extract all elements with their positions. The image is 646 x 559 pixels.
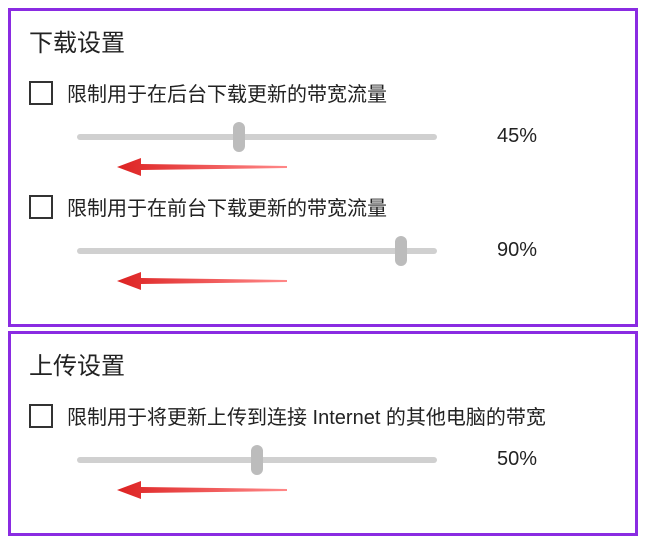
download-panel-title: 下载设置	[29, 23, 617, 58]
foreground-download-value: 90%	[497, 239, 557, 262]
foreground-download-label: 限制用于在前台下载更新的带宽流量	[67, 192, 387, 221]
upload-slider-thumb[interactable]	[251, 445, 263, 475]
background-download-checkbox[interactable]	[29, 81, 53, 105]
foreground-download-checkbox[interactable]	[29, 195, 53, 219]
background-download-slider-thumb[interactable]	[233, 122, 245, 152]
upload-settings-panel: 上传设置 限制用于将更新上传到连接 Internet 的其他电脑的带宽 50%	[8, 331, 638, 536]
upload-value: 50%	[497, 448, 557, 471]
upload-slider-row: 50%	[77, 448, 617, 471]
upload-limit-row: 限制用于将更新上传到连接 Internet 的其他电脑的带宽	[29, 401, 617, 430]
upload-limit-checkbox[interactable]	[29, 404, 53, 428]
annotation-arrow-icon	[117, 270, 617, 292]
background-download-slider-row: 45%	[77, 125, 617, 148]
foreground-download-slider[interactable]	[77, 248, 437, 254]
annotation-arrow-icon	[117, 479, 617, 501]
download-settings-panel: 下载设置 限制用于在后台下载更新的带宽流量 45% 限制用于在前台下载更新的带宽…	[8, 8, 638, 327]
foreground-download-slider-row: 90%	[77, 239, 617, 262]
foreground-download-slider-thumb[interactable]	[395, 236, 407, 266]
annotation-arrow-icon	[117, 156, 617, 178]
upload-limit-label: 限制用于将更新上传到连接 Internet 的其他电脑的带宽	[67, 401, 546, 430]
background-download-value: 45%	[497, 125, 557, 148]
background-download-limit-row: 限制用于在后台下载更新的带宽流量	[29, 78, 617, 107]
upload-slider[interactable]	[77, 457, 437, 463]
foreground-download-limit-row: 限制用于在前台下载更新的带宽流量	[29, 192, 617, 221]
upload-panel-title: 上传设置	[29, 346, 617, 381]
background-download-label: 限制用于在后台下载更新的带宽流量	[67, 78, 387, 107]
background-download-slider[interactable]	[77, 134, 437, 140]
